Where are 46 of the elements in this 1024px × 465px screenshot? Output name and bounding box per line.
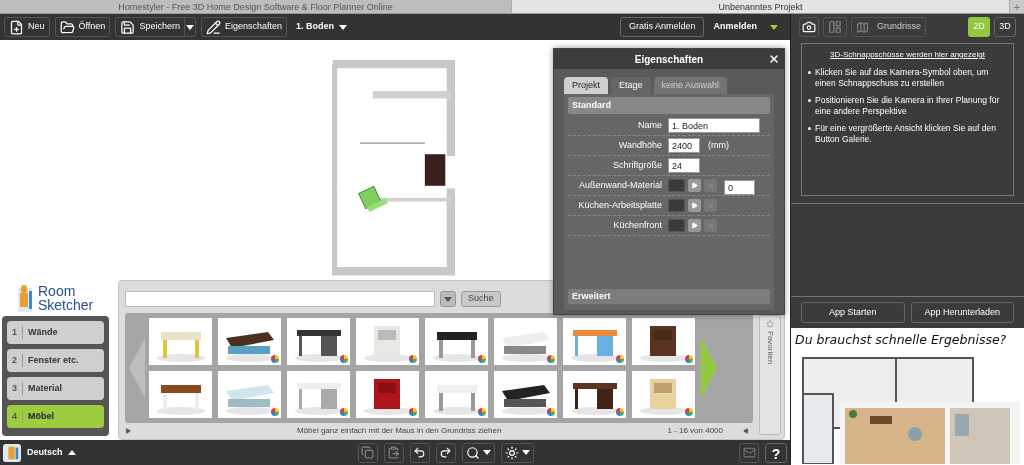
field-label: Schriftgröße (611, 158, 663, 172)
dialog-title: Eigenschaften (634, 52, 704, 67)
dialog-tab[interactable]: Projekt (564, 77, 608, 94)
search-button[interactable]: Suche (461, 291, 501, 307)
floor-selector[interactable]: 1. Boden (295, 20, 347, 34)
section-header[interactable]: Erweitert (568, 289, 770, 304)
field-label: Name (637, 118, 663, 132)
hint-text: Möbel ganz einfach mit der Maus in den Grundriss ziehen (295, 424, 503, 437)
help-button[interactable]: ? (765, 442, 787, 463)
step-button[interactable]: 2 Fenster etc. (7, 349, 104, 372)
snapshots-title: 3D-Schnappschüsse werden hier angezeigt (829, 49, 986, 61)
floor-plans-button[interactable]: Grundrisse (851, 17, 926, 37)
text-field[interactable]: 1. Boden (668, 118, 760, 133)
ad-panel[interactable]: Du brauchst schnelle Ergebnisse? (791, 328, 1024, 465)
text-field[interactable]: 24 (668, 158, 700, 173)
toolbar-button[interactable]: Öffnen (54, 17, 111, 37)
browser-tab[interactable]: Homestyler - Free 3D Home Design Software & Floor Planner Online (0, 0, 512, 13)
field-label: Wandhöhe (617, 138, 663, 152)
toolbar-button[interactable]: Eigenschaften (200, 17, 287, 37)
item-count: 1 - 16 von 4000 (667, 424, 723, 437)
brand-logo-text: Room Sketcher (38, 284, 94, 312)
tip-text: Für eine vergrößerte Ansicht klicken Sie auf den Button Galerie. (815, 123, 997, 145)
app-button[interactable]: App Starten (801, 302, 905, 323)
login-button[interactable]: Anmelden (713, 20, 757, 34)
unit-label: (mm) (708, 138, 729, 152)
step-button[interactable]: 4 Möbel (7, 405, 104, 428)
text-field[interactable]: 0 (724, 180, 755, 195)
view-mode-button[interactable]: 3D (994, 17, 1016, 37)
field-label: Küchenfront (612, 218, 663, 232)
app-button[interactable]: App Herunterladen (910, 302, 1014, 323)
tip-text: Positionieren Sie die Kamera in Ihrer Planung für eine andere Perspektive (815, 95, 1001, 117)
signup-button[interactable]: Gratis Anmelden (619, 17, 705, 37)
section-header[interactable]: Standard (568, 97, 770, 114)
step-button[interactable]: 1 Wände (7, 321, 104, 344)
favorites-tab[interactable]: Favoriten (759, 315, 781, 435)
text-field[interactable]: 2400 (668, 138, 700, 153)
toolbar-button[interactable]: Neu (4, 17, 50, 37)
browser-tab[interactable]: Unbenanntes Projekt (512, 0, 1010, 13)
ad-headline: Du brauchst schnelle Ergebnisse? (795, 331, 1008, 349)
field-label: Küchen-Arbeitsplatte (577, 198, 663, 212)
field-label: Außenwand-Material (577, 178, 663, 192)
tip-text: Klicken Sie auf das Kamera-Symbol oben, um einen Schnappschuss zu erstellen (815, 67, 990, 89)
step-button[interactable]: 3 Material (7, 377, 104, 400)
toolbar-button[interactable]: Speichern (115, 17, 185, 37)
dialog-tab[interactable]: Etage (611, 77, 651, 94)
language-selector[interactable]: Deutsch (27, 445, 76, 460)
